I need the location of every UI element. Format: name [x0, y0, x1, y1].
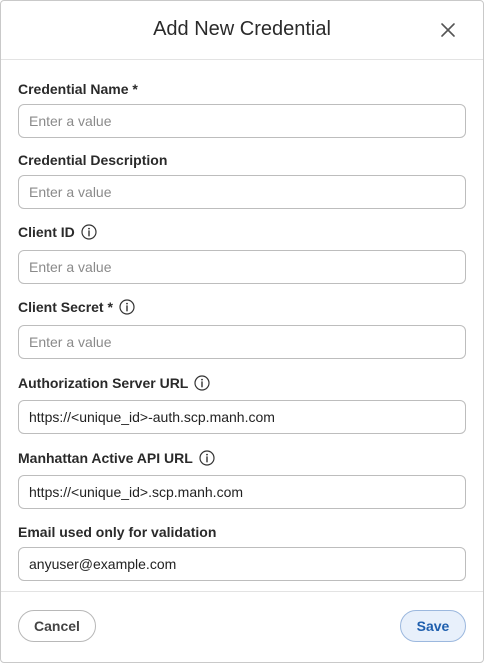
auth-server-url-field: Authorization Server URL	[18, 374, 466, 434]
add-credential-dialog: Add New Credential Credential Name * Cre…	[0, 0, 484, 663]
info-icon[interactable]	[194, 375, 210, 391]
client-id-field: Client ID	[18, 223, 466, 284]
validation-email-label: Email used only for validation	[18, 523, 466, 541]
dialog-footer: Cancel Save	[1, 591, 483, 662]
credential-name-label-text: Credential Name *	[18, 81, 138, 97]
cancel-button[interactable]: Cancel	[18, 610, 96, 642]
dialog-body: Credential Name * Credential Description…	[1, 60, 483, 592]
client-secret-input[interactable]	[18, 325, 466, 359]
manhattan-api-url-field: Manhattan Active API URL	[18, 449, 466, 509]
validation-email-label-text: Email used only for validation	[18, 524, 217, 540]
info-icon[interactable]	[81, 224, 97, 240]
client-secret-label: Client Secret *	[18, 298, 466, 316]
save-button[interactable]: Save	[400, 610, 466, 642]
credential-description-field: Credential Description	[18, 151, 466, 209]
auth-server-url-label: Authorization Server URL	[18, 374, 466, 392]
client-secret-label-text: Client Secret *	[18, 299, 113, 315]
auth-server-url-label-text: Authorization Server URL	[18, 375, 189, 391]
credential-description-input[interactable]	[18, 175, 466, 209]
credential-name-label: Credential Name *	[18, 80, 466, 98]
info-icon[interactable]	[199, 450, 215, 466]
dialog-title: Add New Credential	[153, 18, 331, 40]
validation-email-field: Email used only for validation	[18, 523, 466, 581]
credential-description-label: Credential Description	[18, 151, 466, 169]
validation-email-input[interactable]	[18, 547, 466, 581]
credential-name-input[interactable]	[18, 104, 466, 138]
client-secret-field: Client Secret *	[18, 298, 466, 359]
credential-name-field: Credential Name *	[18, 80, 466, 138]
dialog-header: Add New Credential	[1, 1, 483, 60]
client-id-label: Client ID	[18, 223, 466, 241]
credential-description-label-text: Credential Description	[18, 152, 168, 168]
info-icon[interactable]	[119, 299, 135, 315]
client-id-input[interactable]	[18, 250, 466, 284]
manhattan-api-url-label: Manhattan Active API URL	[18, 449, 466, 467]
auth-server-url-input[interactable]	[18, 400, 466, 434]
manhattan-api-url-label-text: Manhattan Active API URL	[18, 450, 193, 466]
manhattan-api-url-input[interactable]	[18, 475, 466, 509]
close-icon[interactable]	[439, 21, 457, 39]
client-id-label-text: Client ID	[18, 224, 75, 240]
